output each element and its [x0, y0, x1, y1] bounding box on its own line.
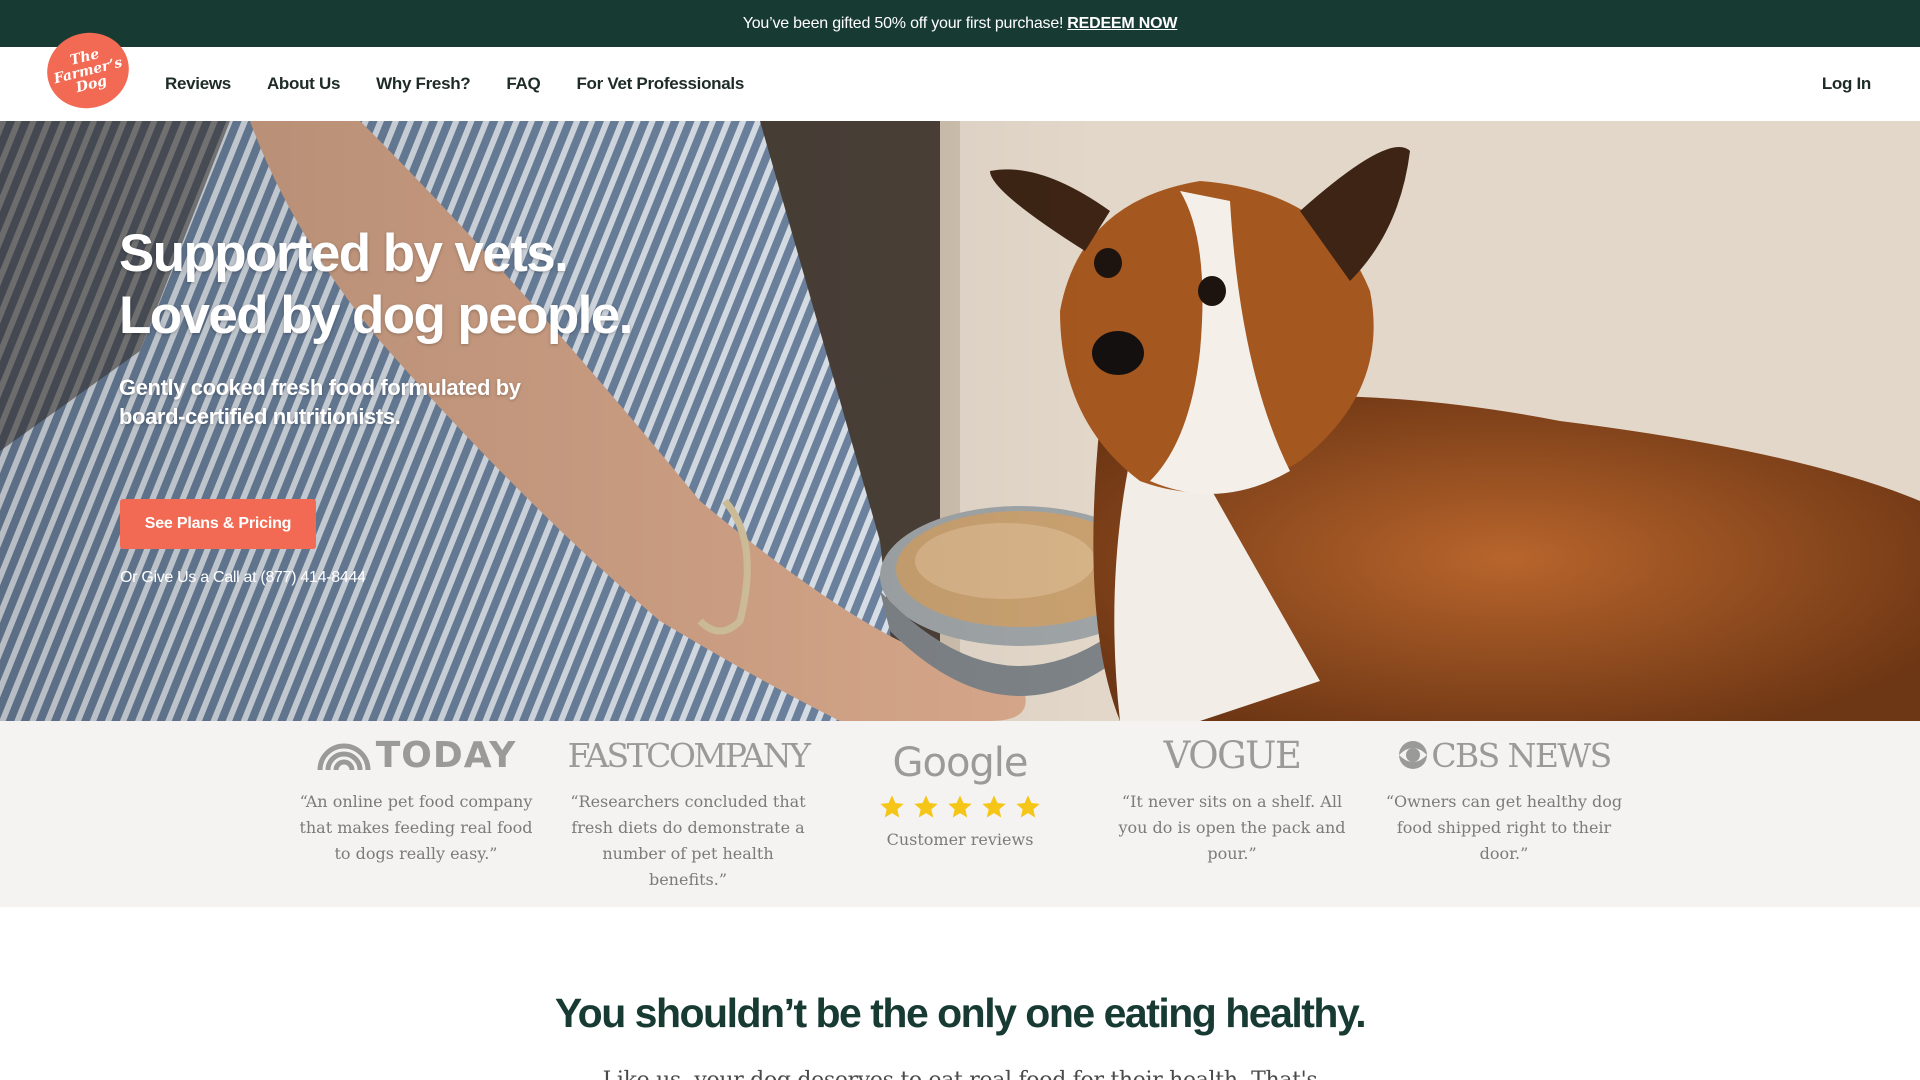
star-icon [982, 795, 1006, 818]
main-nav: Reviews About Us Why Fresh? FAQ For Vet … [165, 47, 744, 121]
nav-why-fresh[interactable]: Why Fresh? [376, 74, 471, 94]
press-item-cbs: CBS NEWS “Owners can get healthy dog foo… [1379, 721, 1629, 867]
star-icon [948, 795, 972, 818]
hero-title-line1: Supported by vets. [119, 224, 569, 283]
fastcompany-logo: FASTCOMPANY [567, 735, 811, 775]
see-plans-pricing-button[interactable]: See Plans & Pricing [120, 499, 316, 549]
press-strip: TODAY “An online pet food company that m… [0, 721, 1920, 907]
nav-reviews[interactable]: Reviews [165, 74, 231, 94]
call-line: Or Give Us a Call at (877) 414-8444 [120, 569, 366, 587]
press-item-fastcompany: FASTCOMPANY “Researchers concluded that … [563, 721, 813, 893]
press-quote-google: Customer reviews [886, 830, 1034, 849]
nav-faq[interactable]: FAQ [506, 74, 540, 94]
cbs-news-logo-text: CBS NEWS [1431, 735, 1612, 775]
redeem-now-link[interactable]: REDEEM NOW [1067, 15, 1177, 33]
promo-text: You’ve been gifted 50% off your first pu… [742, 14, 1064, 32]
star-icon [914, 795, 938, 818]
section-title: You shouldn’t be the only one eating hea… [554, 990, 1367, 1036]
press-quote-today: “An online pet food company that makes f… [299, 792, 533, 863]
press-quote-cbs: “Owners can get healthy dog food shipped… [1385, 792, 1623, 863]
press-item-vogue: VOGUE “It never sits on a shelf. All you… [1107, 721, 1357, 867]
today-rainbow-icon [317, 743, 371, 770]
login-link[interactable]: Log In [1822, 47, 1871, 121]
nav-about-us[interactable]: About Us [267, 74, 340, 94]
hero-subtitle: Gently cooked fresh food formulated by b… [119, 375, 521, 429]
five-star-rating [835, 793, 1085, 821]
cbs-eye-icon [1399, 741, 1428, 769]
google-logo: Google [892, 740, 1028, 786]
today-logo: TODAY [291, 721, 541, 789]
hero-title-line2: Loved by dog people. [119, 286, 633, 345]
today-logo-text: TODAY [375, 734, 517, 776]
star-icon [880, 795, 904, 818]
phone-number-link[interactable]: (877) 414-8444 [260, 569, 366, 586]
hero-section: Supported by vets. Loved by dog people. … [0, 121, 1920, 721]
press-item-google: Google Customer reviews [835, 721, 1085, 853]
hero-copy: Supported by vets. Loved by dog people. … [119, 223, 633, 431]
press-quote-vogue: “It never sits on a shelf. All you do is… [1118, 792, 1346, 863]
press-item-today: TODAY “An online pet food company that m… [291, 721, 541, 867]
vogue-logo: VOGUE [1163, 733, 1302, 777]
nav-vet-professionals[interactable]: For Vet Professionals [576, 74, 744, 94]
press-quote-fastcompany: “Researchers concluded that fresh diets … [570, 792, 806, 889]
promo-banner: You’ve been gifted 50% off your first pu… [0, 0, 1920, 47]
star-icon [1016, 795, 1040, 818]
section-body: Like us, your dog deserves to eat real f… [0, 1068, 1920, 1080]
call-prefix: Or Give Us a Call at [120, 569, 257, 586]
hero-title: Supported by vets. Loved by dog people. [119, 223, 633, 347]
cbs-news-logo: CBS NEWS [1379, 721, 1629, 789]
